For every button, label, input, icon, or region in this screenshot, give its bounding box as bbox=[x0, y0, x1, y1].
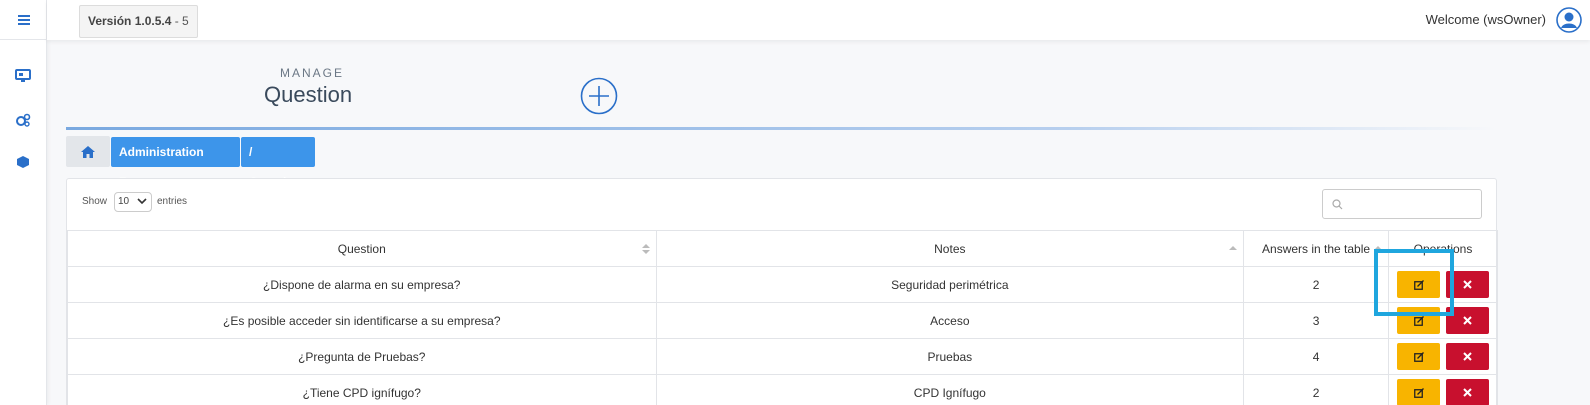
show-label: Show bbox=[82, 196, 108, 207]
edit-icon bbox=[1413, 387, 1424, 398]
sort-icon bbox=[641, 244, 650, 254]
close-icon bbox=[1463, 388, 1472, 397]
sort-asc-icon bbox=[1374, 246, 1382, 250]
breadcrumb-administration-zone[interactable]: Administration Zone bbox=[111, 137, 240, 189]
add-question-button[interactable] bbox=[580, 77, 618, 115]
table-row: ¿Dispone de alarma en su empresa? Seguri… bbox=[67, 266, 1498, 303]
column-header-operations: Operations bbox=[1388, 230, 1498, 267]
close-icon bbox=[1463, 316, 1472, 325]
chevron-down-icon bbox=[137, 198, 147, 205]
cell-answers: 4 bbox=[1243, 338, 1389, 375]
sort-asc-icon bbox=[1229, 246, 1238, 250]
monitor-icon[interactable] bbox=[13, 66, 33, 86]
cell-notes: Pruebas bbox=[655, 338, 1245, 375]
breadcrumb-question[interactable]: / Question bbox=[241, 137, 315, 189]
edit-button[interactable] bbox=[1397, 343, 1440, 370]
cell-question: ¿Pregunta de Pruebas? bbox=[67, 338, 657, 375]
column-header-answers[interactable]: Answers in the table bbox=[1243, 230, 1389, 267]
table-row: ¿Tiene CPD ignífugo? CPD Ignífugo 2 bbox=[67, 374, 1498, 405]
entries-select[interactable]: 10 bbox=[114, 192, 152, 212]
manage-label: MANAGE bbox=[280, 66, 345, 80]
column-header-label: Notes bbox=[934, 241, 966, 256]
version-build: - 5 bbox=[171, 14, 189, 28]
edit-icon bbox=[1413, 351, 1424, 362]
header-divider bbox=[66, 127, 1496, 130]
home-icon bbox=[81, 145, 95, 158]
edit-button[interactable] bbox=[1397, 307, 1440, 334]
cell-operations bbox=[1388, 266, 1498, 303]
cell-notes: Acceso bbox=[655, 302, 1245, 339]
entries-label: entries bbox=[157, 196, 188, 207]
cell-question: ¿Tiene CPD ignífugo? bbox=[67, 374, 657, 405]
table-header-row: Question Notes Answers in the table Oper… bbox=[67, 230, 1498, 267]
delete-button[interactable] bbox=[1446, 271, 1489, 298]
cell-question: ¿Es posible acceder sin identificarse a … bbox=[67, 302, 657, 339]
topbar: Versión 1.0.5.4 - 5 Welcome (wsOwner) bbox=[47, 0, 1590, 40]
edit-icon bbox=[1413, 315, 1424, 326]
user-avatar-icon[interactable] bbox=[1556, 7, 1582, 33]
delete-button[interactable] bbox=[1446, 307, 1489, 334]
version-badge: Versión 1.0.5.4 - 5 bbox=[79, 5, 198, 38]
table-row: ¿Pregunta de Pruebas? Pruebas 4 bbox=[67, 338, 1498, 375]
cell-answers: 2 bbox=[1243, 374, 1389, 405]
cell-notes: Seguridad perimétrica bbox=[655, 266, 1245, 303]
cell-question: ¿Dispone de alarma en su empresa? bbox=[67, 266, 657, 303]
table-row: ¿Es posible acceder sin identificarse a … bbox=[67, 302, 1498, 339]
edit-button[interactable] bbox=[1397, 271, 1440, 298]
questions-table: Question Notes Answers in the table Oper… bbox=[67, 230, 1498, 405]
search-icon bbox=[1332, 199, 1343, 210]
plus-circle-icon bbox=[580, 77, 618, 115]
delete-button[interactable] bbox=[1446, 343, 1489, 370]
column-header-label: Operations bbox=[1413, 241, 1473, 256]
column-header-label: Answers in the table bbox=[1262, 241, 1371, 256]
entries-value: 10 bbox=[118, 196, 130, 207]
cube-icon[interactable] bbox=[13, 152, 33, 172]
welcome-text: Welcome (wsOwner) bbox=[1425, 12, 1546, 27]
close-icon bbox=[1463, 352, 1472, 361]
cell-operations bbox=[1388, 302, 1498, 339]
cell-operations bbox=[1388, 374, 1498, 405]
cell-operations bbox=[1388, 338, 1498, 375]
delete-button[interactable] bbox=[1446, 379, 1489, 405]
column-header-notes[interactable]: Notes bbox=[655, 230, 1245, 267]
edit-icon bbox=[1413, 279, 1424, 290]
edit-button[interactable] bbox=[1397, 379, 1440, 405]
cell-answers: 2 bbox=[1243, 266, 1389, 303]
close-icon bbox=[1463, 280, 1472, 289]
page-title: Question bbox=[264, 82, 353, 107]
cell-answers: 3 bbox=[1243, 302, 1389, 339]
column-header-question[interactable]: Question bbox=[67, 230, 657, 267]
sidebar bbox=[0, 0, 47, 405]
breadcrumb-home[interactable] bbox=[66, 136, 110, 167]
hamburger-menu-icon[interactable] bbox=[0, 0, 47, 40]
column-header-label: Question bbox=[337, 241, 386, 256]
search-input[interactable] bbox=[1322, 189, 1482, 219]
questions-card: Show 10 entries Question Notes Answers i… bbox=[66, 178, 1498, 405]
gears-icon[interactable] bbox=[13, 110, 33, 130]
version-label: Versión 1.0.5.4 bbox=[88, 14, 172, 28]
cell-notes: CPD Ignífugo bbox=[655, 374, 1245, 405]
